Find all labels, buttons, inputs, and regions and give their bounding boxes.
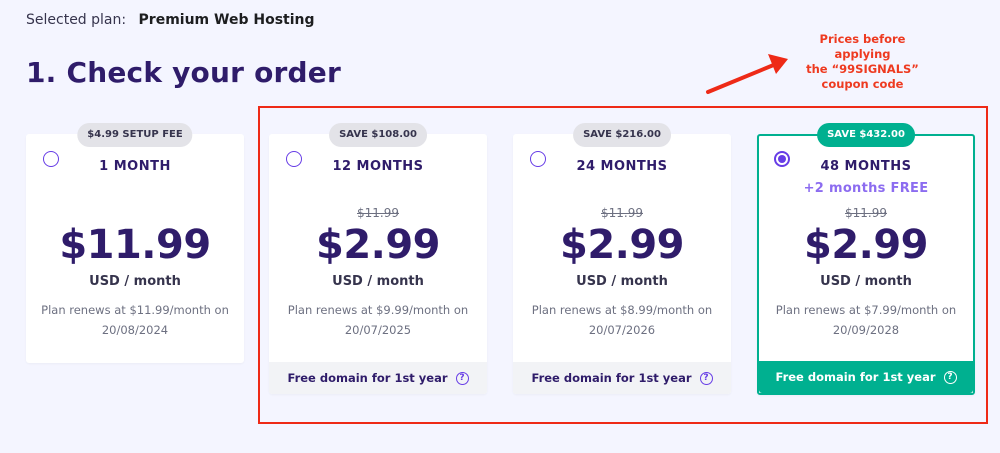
renewal-date: 20/08/2024 (101, 323, 169, 337)
arrow-icon (706, 54, 788, 94)
annotation-note: Prices before applying the “99SIGNALS” c… (790, 32, 935, 92)
plan-period: 1 MONTH (99, 159, 171, 174)
setup-fee-badge: $4.99 SETUP FEE (77, 123, 193, 147)
renewal-line: Plan renews at $11.99/month on (41, 303, 229, 317)
annotation-line: coupon code (821, 77, 904, 91)
renewal-info: Plan renews at $11.99/month on 20/08/202… (40, 300, 230, 340)
annotation-line: the “99SIGNALS” (806, 62, 919, 76)
annotation-line: Prices before applying (819, 32, 906, 61)
plan-card-1-month[interactable]: $4.99 SETUP FEE 1 MONTH $11.99 USD / mon… (26, 123, 244, 363)
selected-plan-label: Selected plan: (26, 12, 127, 28)
page-title: 1. Check your order (26, 56, 341, 89)
selected-plan-line: Selected plan: Premium Web Hosting (26, 12, 315, 28)
plan-price: $11.99 (59, 222, 211, 268)
highlight-box (258, 106, 988, 424)
price-unit: USD / month (89, 274, 181, 289)
selected-plan-name: Premium Web Hosting (138, 12, 315, 28)
